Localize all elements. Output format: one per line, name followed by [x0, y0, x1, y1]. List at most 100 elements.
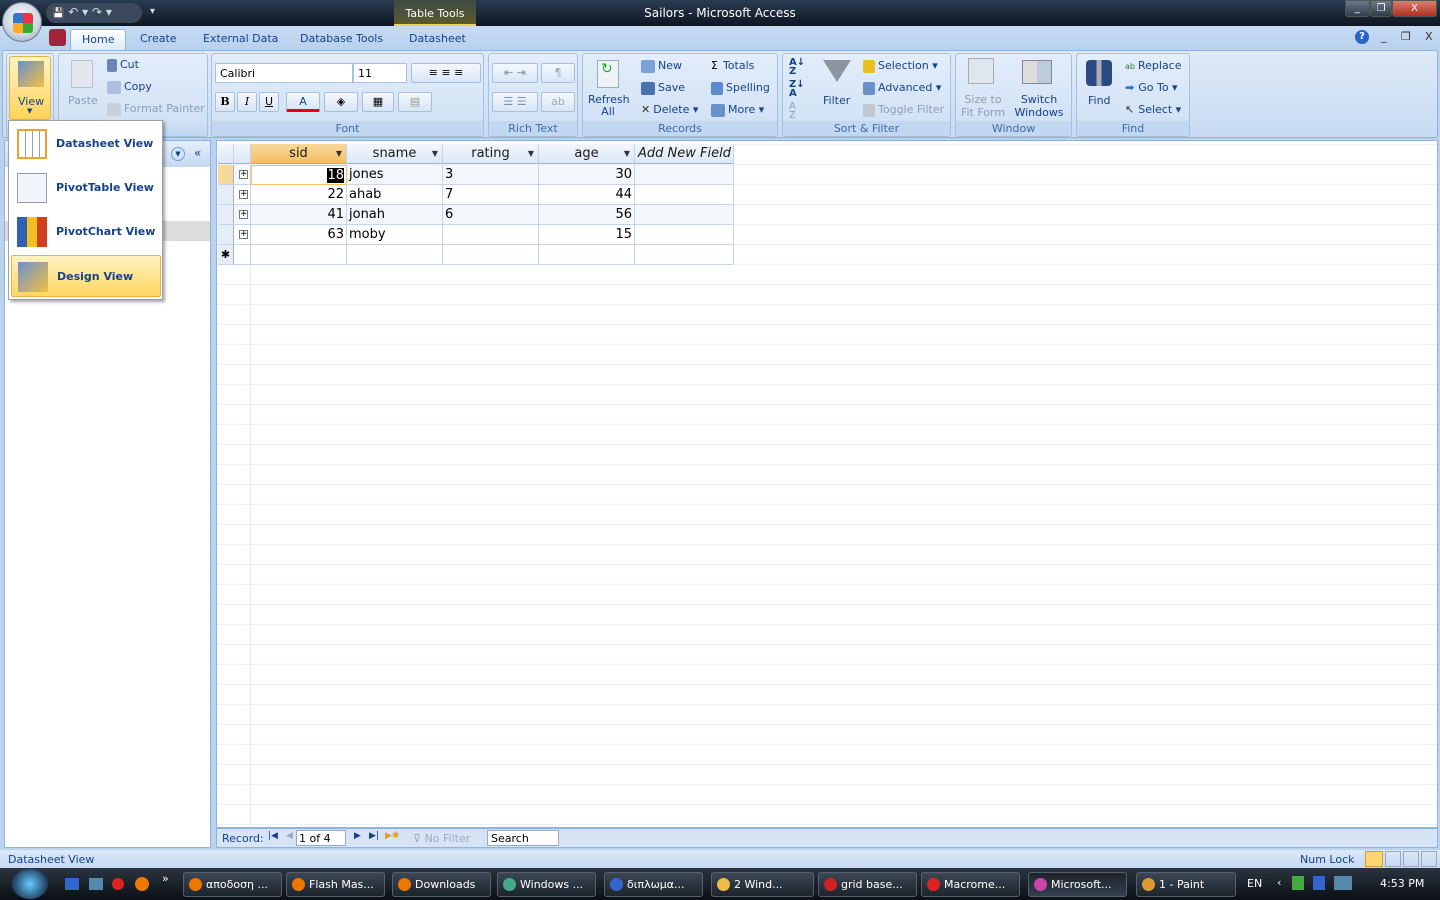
redo-button[interactable]: ↷ ▾ [92, 5, 112, 19]
column-header-rating[interactable]: rating ▼ [443, 144, 539, 164]
taskbar-item[interactable]: Macrome... [921, 872, 1020, 897]
totals-button[interactable]: Σ Totals [711, 59, 754, 72]
column-header-sid[interactable]: sid ▼ [251, 144, 347, 164]
next-record-button[interactable]: ▶ [354, 831, 361, 841]
cell-age[interactable]: 30 [539, 165, 635, 185]
close-button[interactable]: X [1392, 0, 1437, 17]
toggle-filter-button[interactable]: Toggle Filter [863, 103, 944, 117]
search-input[interactable]: Search [487, 830, 559, 846]
save-icon[interactable]: 💾 [52, 8, 64, 19]
expand-subdatasheet-icon[interactable]: + [239, 230, 248, 239]
undo-button[interactable]: ↶ ▾ [68, 5, 88, 19]
font-size-combo[interactable]: 11 [353, 63, 407, 83]
switch-windows-icon[interactable] [89, 878, 103, 890]
format-painter-button[interactable]: Format Painter [107, 102, 205, 116]
taskbar-item[interactable]: Windows ... [497, 872, 596, 897]
show-desktop-icon[interactable] [65, 878, 79, 890]
sort-ascending-button[interactable]: A↓ Z [789, 58, 805, 77]
copy-button[interactable]: Copy [107, 80, 152, 94]
gridlines-button[interactable]: ▦ [362, 92, 394, 112]
advanced-button[interactable]: Advanced ▾ [863, 81, 941, 95]
cell-sid[interactable]: 41 [251, 205, 347, 225]
cell-add-new-field[interactable] [635, 205, 734, 225]
save-record-button[interactable]: Save [641, 81, 685, 95]
help-icon[interactable]: ? [1355, 30, 1369, 44]
menu-item-design-view[interactable]: Design View [11, 255, 161, 297]
taskbar-item[interactable]: grid base... [818, 872, 917, 897]
fill-color-button[interactable]: ◈ [324, 92, 358, 112]
first-record-button[interactable]: |◀ [268, 831, 278, 841]
highlight-button[interactable]: ab [541, 92, 575, 112]
column-header-age[interactable]: age ▼ [539, 144, 635, 164]
start-button[interactable] [12, 869, 48, 899]
new-record-marker[interactable]: ✱ [218, 245, 234, 265]
switch-windows-button[interactable]: Switch Windows [1008, 93, 1070, 119]
find-button[interactable]: Find [1088, 94, 1111, 107]
italic-button[interactable]: I [237, 92, 257, 112]
ribbon-minimize-button[interactable]: _ [1381, 30, 1387, 43]
cell-sid[interactable]: 18 [251, 165, 347, 185]
column-header-sname[interactable]: sname ▼ [347, 144, 443, 164]
no-filter-button[interactable]: ⊽ No Filter [413, 832, 470, 845]
cell-add-new-field[interactable] [635, 185, 734, 205]
restore-button[interactable]: ❐ [1370, 0, 1392, 17]
new-row-cell[interactable] [539, 245, 635, 265]
cell-sid[interactable]: 22 [251, 185, 347, 205]
list-buttons[interactable]: ☰ ☰ [492, 92, 538, 112]
cut-button[interactable]: Cut [107, 58, 139, 72]
cell-rating[interactable]: 7 [443, 185, 539, 205]
size-to-fit-button[interactable]: Size to Fit Form [960, 93, 1006, 119]
alternate-fill-button[interactable]: ▤ [398, 92, 432, 112]
cell-rating[interactable]: 3 [443, 165, 539, 185]
select-button[interactable]: ↖ Select ▾ [1125, 103, 1181, 116]
cell-sname[interactable]: moby [347, 225, 443, 245]
more-quicklaunch-chevron[interactable]: » [162, 872, 169, 885]
clear-sort-button[interactable]: AZ [789, 102, 796, 121]
taskbar-item[interactable]: Microsoft... [1028, 872, 1127, 897]
previous-record-button[interactable]: ◀ [286, 831, 293, 841]
cell-sname[interactable]: jones [347, 165, 443, 185]
row-selector[interactable] [218, 165, 234, 185]
paragraph-direction-button[interactable]: ¶ [541, 63, 575, 83]
more-button[interactable]: More ▾ [711, 103, 764, 117]
minimize-button[interactable]: _ [1345, 0, 1370, 17]
cell-sid[interactable]: 63 [251, 225, 347, 245]
new-row-cell[interactable] [347, 245, 443, 265]
menu-item-pivotchart-view[interactable]: PivotChart View [11, 211, 161, 253]
current-record-field[interactable]: 1 of 4 [296, 830, 346, 846]
tab-datasheet[interactable]: Datasheet [398, 29, 477, 50]
select-all-corner[interactable] [218, 144, 234, 164]
nav-dropdown-button[interactable]: ▼ [171, 147, 185, 161]
tab-create[interactable]: Create [129, 29, 188, 50]
language-indicator[interactable]: EN [1247, 877, 1262, 890]
cell-rating[interactable] [443, 225, 539, 245]
view-button[interactable]: View ▼ [9, 56, 51, 120]
row-selector[interactable] [218, 225, 234, 245]
taskbar-item[interactable]: αποδοση ... [183, 872, 282, 897]
cell-add-new-field[interactable] [635, 165, 734, 185]
pivotchart-view-switch[interactable] [1403, 851, 1419, 867]
cell-sname[interactable]: jonah [347, 205, 443, 225]
sort-descending-button[interactable]: Z↓ A [789, 80, 805, 99]
new-record-button[interactable]: New [641, 59, 682, 73]
office-button[interactable] [2, 2, 42, 42]
selection-button[interactable]: Selection ▾ [863, 59, 938, 73]
design-view-switch[interactable] [1421, 851, 1437, 867]
tab-home[interactable]: Home [70, 29, 127, 50]
pivottable-view-switch[interactable] [1385, 851, 1401, 867]
new-row-cell[interactable] [251, 245, 347, 265]
indent-buttons[interactable]: ⇤ ⇥ [492, 63, 538, 83]
expand-subdatasheet-icon[interactable]: + [239, 190, 248, 199]
cell-age[interactable]: 44 [539, 185, 635, 205]
datasheet-view-switch[interactable] [1365, 851, 1383, 867]
cell-age[interactable]: 15 [539, 225, 635, 245]
tray-expand-icon[interactable]: ‹ [1277, 876, 1281, 889]
cell-add-new-field[interactable] [635, 225, 734, 245]
taskbar-item[interactable]: 1 - Paint [1136, 872, 1236, 897]
taskbar-item[interactable]: 2 Wind... [711, 872, 814, 897]
filter-button[interactable]: Filter [823, 94, 850, 107]
clock[interactable]: 4:53 PM [1380, 877, 1424, 890]
menu-item-pivottable-view[interactable]: PivotTable View [11, 167, 161, 209]
opera-icon[interactable] [112, 878, 124, 890]
font-color-button[interactable]: A [286, 92, 320, 112]
